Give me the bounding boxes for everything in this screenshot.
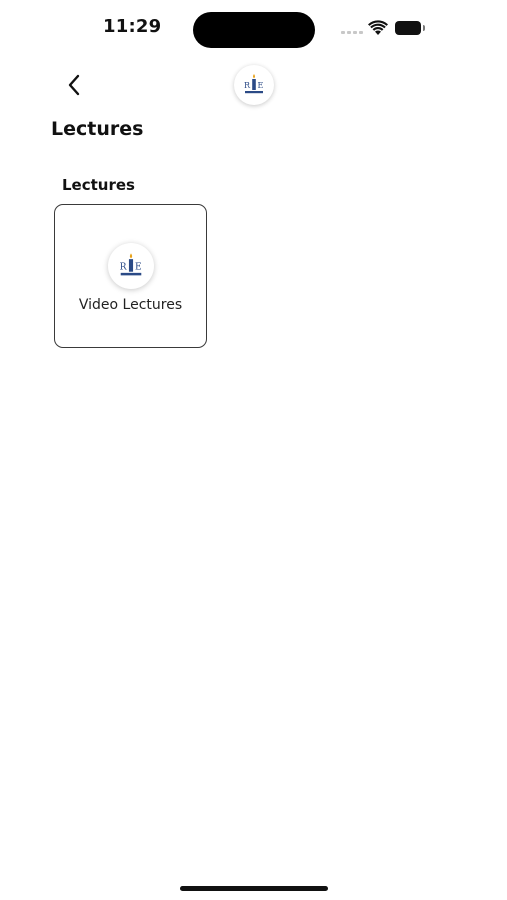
card-logo: R E: [108, 243, 154, 289]
rie-logo-icon: R E: [244, 74, 264, 94]
rie-logo-icon: R E: [120, 253, 142, 276]
card-label: Video Lectures: [78, 297, 183, 313]
app-logo: R E: [234, 65, 274, 105]
svg-text:R: R: [120, 262, 128, 272]
svg-text:E: E: [135, 262, 142, 272]
page-title: Lectures: [51, 118, 144, 140]
screen: 11:29 R E Lectures Lectures R E Video Le…: [0, 0, 507, 900]
back-button[interactable]: [60, 70, 88, 100]
signal-dots-icon: [341, 31, 363, 34]
svg-text:E: E: [258, 81, 264, 90]
home-indicator[interactable]: [180, 886, 328, 891]
dynamic-island: [193, 12, 315, 48]
svg-text:R: R: [244, 81, 251, 90]
wifi-icon: [368, 20, 388, 35]
section-title: Lectures: [62, 176, 135, 194]
status-time: 11:29: [103, 16, 162, 37]
chevron-left-icon: [68, 74, 80, 96]
battery-icon: [395, 21, 425, 35]
video-lectures-card[interactable]: R E Video Lectures: [54, 204, 207, 348]
